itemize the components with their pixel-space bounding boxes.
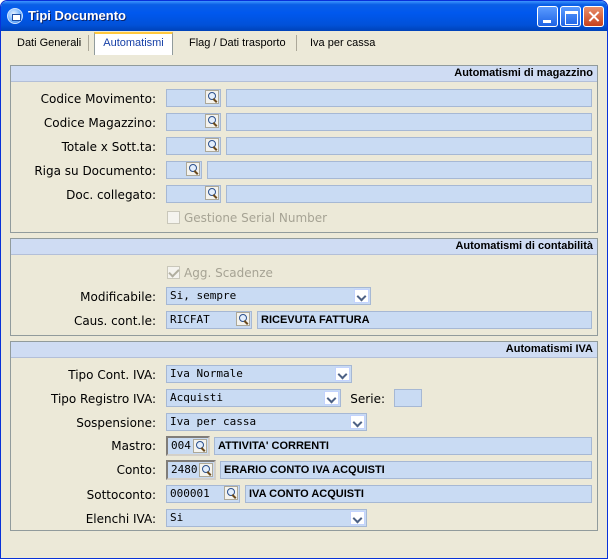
- tab-dati-generali[interactable]: Dati Generali: [11, 34, 90, 54]
- caus-cont-description: RICEVUTA FATTURA: [257, 311, 592, 329]
- sottoconto-label: Sottoconto:: [86, 488, 156, 502]
- panel-automatismi-iva: Automatismi IVA Tipo Cont. IVA: Iva Norm…: [10, 341, 598, 531]
- codice-movimento-lookup-icon[interactable]: [205, 90, 219, 104]
- elenchi-iva-select[interactable]: Si: [166, 509, 367, 527]
- doc-collegato-lookup-icon[interactable]: [205, 186, 219, 200]
- mastro-label: Mastro:: [111, 439, 156, 453]
- agg-scadenze-checkbox[interactable]: [167, 266, 180, 279]
- panel-header-contabilita: Automatismi di contabilità: [11, 239, 597, 255]
- codice-magazzino-label: Codice Magazzino:: [43, 116, 156, 130]
- window-title: Tipi Documento: [28, 8, 126, 23]
- maximize-button[interactable]: [560, 6, 581, 27]
- tab-flag-dati-trasporto[interactable]: Flag / Dati trasporto: [183, 34, 297, 54]
- mastro-lookup-icon[interactable]: [193, 439, 207, 453]
- totale-sotttotale-label: Totale x Sott.ta:: [61, 140, 156, 154]
- sospensione-value: Iva per cassa: [170, 415, 257, 428]
- riga-documento-description: [207, 161, 592, 179]
- sospensione-select[interactable]: Iva per cassa: [166, 413, 367, 431]
- codice-magazzino-lookup-icon[interactable]: [205, 114, 219, 128]
- panel-header-magazzino: Automatismi di magazzino: [11, 66, 597, 82]
- conto-lookup-icon[interactable]: [199, 463, 213, 477]
- tipo-cont-iva-select[interactable]: Iva Normale: [166, 365, 352, 383]
- tab-automatismi[interactable]: Automatismi: [94, 32, 173, 55]
- chevron-down-icon[interactable]: [350, 511, 365, 525]
- tipo-registro-select[interactable]: Acquisti: [166, 389, 341, 407]
- minimize-button[interactable]: [537, 6, 558, 27]
- totale-sotttotale-description: [226, 137, 592, 155]
- tab-strip: Dati Generali Automatismi Flag / Dati tr…: [1, 31, 607, 55]
- caus-cont-label: Caus. cont.le:: [73, 314, 156, 328]
- doc-collegato-label: Doc. collegato:: [66, 188, 156, 202]
- mastro-description: ATTIVITA' CORRENTI: [214, 437, 592, 455]
- main-window: Tipi Documento Dati Generali Automatismi…: [0, 0, 608, 559]
- title-bar[interactable]: Tipi Documento: [1, 1, 607, 31]
- codice-movimento-label: Codice Movimento:: [40, 92, 156, 106]
- agg-scadenze-label: Agg. Scadenze: [184, 266, 273, 280]
- panel-automatismi-magazzino: Automatismi di magazzino Codice Moviment…: [10, 65, 598, 233]
- chevron-down-icon[interactable]: [335, 367, 350, 381]
- codice-magazzino-description: [226, 113, 592, 131]
- close-button[interactable]: [583, 6, 604, 27]
- tipo-cont-iva-label: Tipo Cont. IVA:: [68, 368, 156, 382]
- sospensione-label: Sospensione:: [76, 416, 156, 430]
- modificabile-select[interactable]: Si, sempre: [166, 287, 371, 305]
- totale-sotttotale-lookup-icon[interactable]: [205, 138, 219, 152]
- tipo-registro-value: Acquisti: [170, 391, 223, 404]
- tipo-cont-iva-value: Iva Normale: [170, 367, 243, 380]
- app-icon: [7, 8, 23, 24]
- sottoconto-lookup-icon[interactable]: [224, 486, 238, 500]
- chevron-down-icon[interactable]: [324, 391, 339, 405]
- conto-label: Conto:: [116, 463, 156, 477]
- serial-number-checkbox[interactable]: [167, 211, 180, 224]
- conto-description: ERARIO CONTO IVA ACQUISTI: [220, 461, 592, 479]
- caus-cont-lookup-icon[interactable]: [236, 312, 250, 326]
- riga-documento-lookup-icon[interactable]: [186, 162, 200, 176]
- sottoconto-description: IVA CONTO ACQUISTI: [245, 485, 592, 503]
- elenchi-iva-label: Elenchi IVA:: [85, 512, 156, 526]
- panel-automatismi-contabilita: Automatismi di contabilità Agg. Scadenze…: [10, 238, 598, 336]
- tipo-registro-label: Tipo Registro IVA:: [50, 392, 156, 406]
- panel-header-iva: Automatismi IVA: [11, 342, 597, 358]
- modificabile-value: Si, sempre: [170, 289, 237, 302]
- modificabile-label: Modificabile:: [80, 290, 156, 304]
- serial-number-label: Gestione Serial Number: [184, 211, 328, 225]
- chevron-down-icon[interactable]: [354, 289, 369, 303]
- tab-iva-per-cassa[interactable]: Iva per cassa: [304, 34, 381, 54]
- elenchi-iva-value: Si: [170, 511, 184, 524]
- chevron-down-icon[interactable]: [350, 415, 365, 429]
- serie-label: Serie:: [350, 392, 385, 406]
- codice-movimento-description: [226, 89, 592, 107]
- riga-documento-label: Riga su Documento:: [34, 164, 156, 178]
- doc-collegato-description: [226, 185, 592, 203]
- serie-input[interactable]: [394, 389, 422, 407]
